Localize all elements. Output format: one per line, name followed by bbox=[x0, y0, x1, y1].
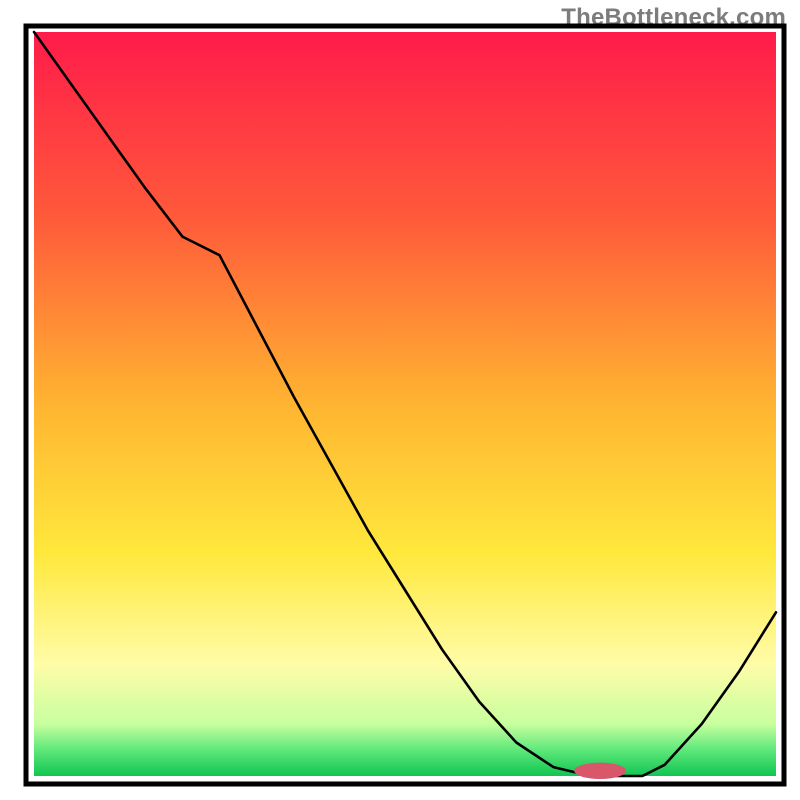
bottleneck-chart bbox=[0, 0, 800, 800]
plot-background bbox=[34, 32, 776, 776]
optimal-marker bbox=[574, 763, 626, 779]
chart-stage: TheBottleneck.com bbox=[0, 0, 800, 800]
